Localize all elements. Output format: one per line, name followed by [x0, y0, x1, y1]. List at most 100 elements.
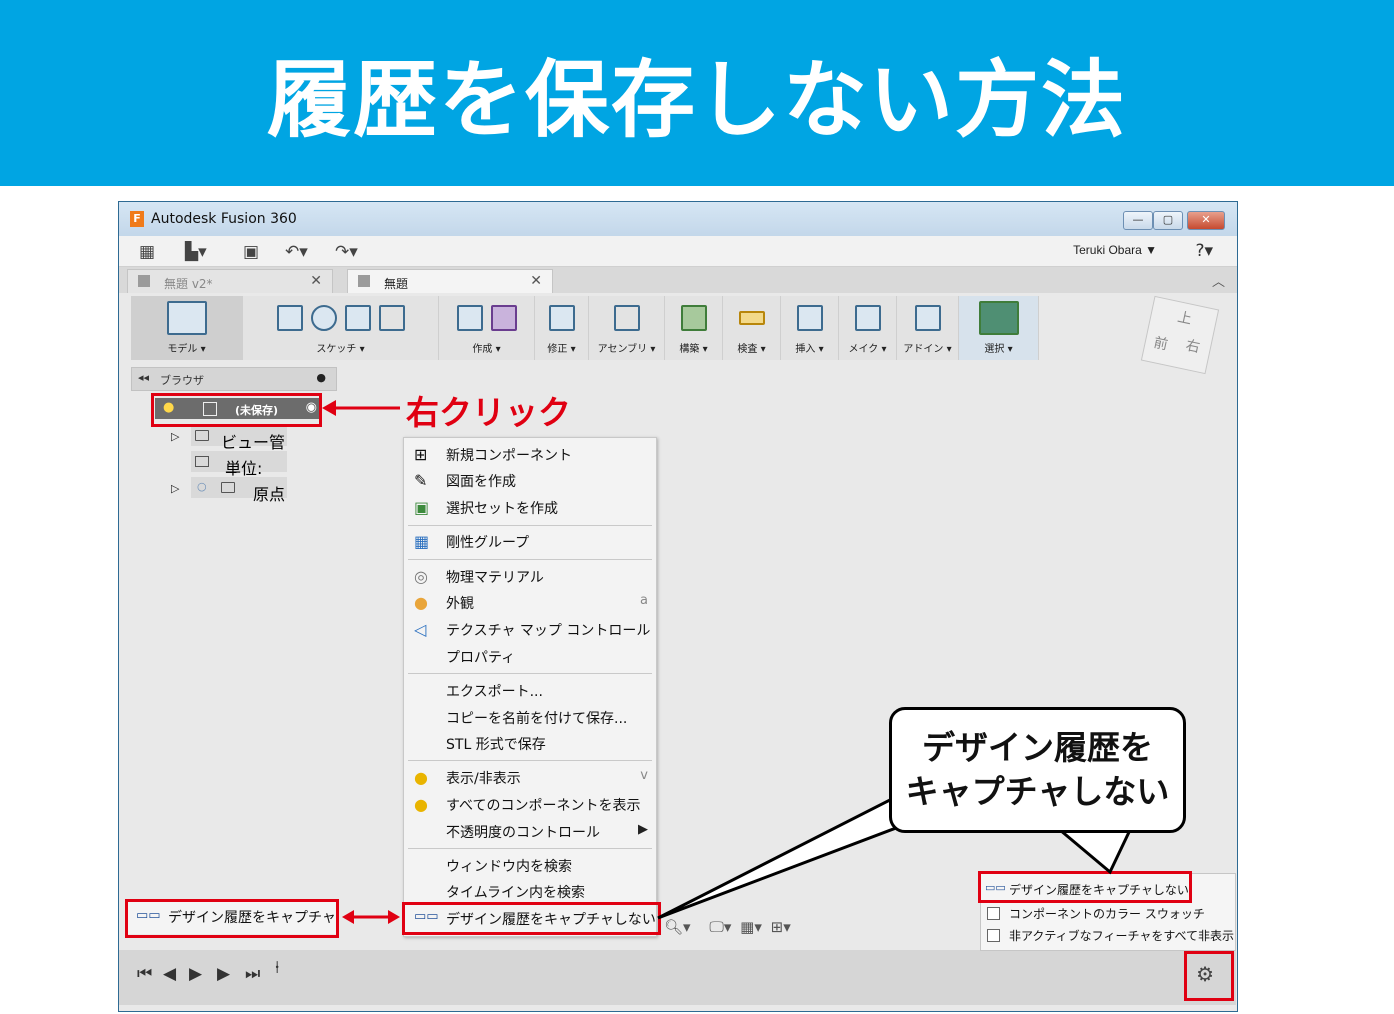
- workspace-model[interactable]: モデル ▾: [131, 296, 243, 360]
- menu-item-create-drawing[interactable]: ✎ 図面を作成: [404, 468, 656, 493]
- menu-item-appearance[interactable]: ● 外観 a: [404, 590, 656, 615]
- menu-label: エクスポート...: [446, 684, 543, 700]
- menu-item-find-in-window[interactable]: ウィンドウ内を検索: [404, 853, 656, 878]
- maximize-button[interactable]: ▢: [1153, 211, 1183, 230]
- group-sketch[interactable]: スケッチ ▾: [243, 296, 439, 360]
- title-banner: 履歴を保存しない方法: [0, 0, 1394, 186]
- group-assemble[interactable]: アセンブリ ▾: [589, 296, 665, 360]
- form-icon[interactable]: [490, 305, 517, 331]
- menu-item-save-copy-as[interactable]: コピーを名前を付けて保存...: [404, 705, 656, 730]
- redo-icon[interactable]: ↷▾: [335, 242, 358, 262]
- group-create[interactable]: 作成 ▾: [439, 296, 535, 360]
- go-to-start-icon[interactable]: ⏮: [137, 964, 152, 984]
- group-insert[interactable]: 挿入 ▾: [781, 296, 839, 360]
- play-icon[interactable]: ▶: [217, 964, 230, 984]
- callout-line-1: デザイン履歴を: [922, 728, 1153, 767]
- menu-item-opacity-control[interactable]: 不透明度のコントロール ▶: [404, 819, 656, 844]
- step-back-icon[interactable]: ◀: [163, 964, 176, 984]
- file-menu-icon[interactable]: ▙▾: [185, 242, 207, 262]
- display-settings-icon[interactable]: 🖵▾: [709, 918, 731, 936]
- browser-item-units[interactable]: 単位: mm: [191, 451, 287, 498]
- collapse-ribbon-icon[interactable]: ︿: [1212, 271, 1225, 290]
- browser-pin-icon[interactable]: ●: [316, 371, 326, 384]
- viewcube-right[interactable]: 右: [1184, 335, 1202, 357]
- menu-item-export[interactable]: エクスポート...: [404, 678, 656, 703]
- viewcube-front[interactable]: 前: [1152, 332, 1170, 354]
- menu-item-new-component[interactable]: ⊞ 新規コンポーネント: [404, 442, 656, 467]
- menu-item-find-in-timeline[interactable]: タイムライン内を検索: [404, 879, 656, 904]
- menu-item-texture-map[interactable]: ◁ テクスチャ マップ コントロール: [404, 617, 656, 642]
- user-menu[interactable]: Teruki Obara ▼: [1073, 243, 1157, 257]
- group-inspect[interactable]: 検査 ▾: [723, 296, 781, 360]
- new-component-icon: ⊞: [414, 445, 428, 464]
- menu-item-create-selection-set[interactable]: ▣ 選択セットを作成: [404, 495, 656, 520]
- viewcube-top[interactable]: 上: [1176, 306, 1194, 328]
- extrude-icon[interactable]: [456, 305, 483, 331]
- undo-icon[interactable]: ↶▾: [285, 242, 308, 262]
- group-label: 検査 ▾: [737, 344, 766, 355]
- menu-item-rigid-group[interactable]: ▦ 剛性グループ: [404, 529, 656, 554]
- group-label: 修正 ▾: [547, 344, 576, 355]
- menu-label: すべてのコンポーネントを表示: [446, 798, 641, 814]
- minimize-button[interactable]: —: [1123, 211, 1153, 230]
- browser-header[interactable]: ◂◂ ブラウザ ●: [131, 367, 337, 391]
- menu-label: 物理マテリアル: [446, 570, 544, 586]
- expand-arrow-icon[interactable]: ▷: [171, 482, 179, 495]
- close-window-button[interactable]: ✕: [1187, 211, 1225, 230]
- scripts-icon[interactable]: [914, 305, 941, 331]
- tab-untitled-v2[interactable]: 無題 v2* ✕: [127, 269, 333, 293]
- menu-item-show-all-components[interactable]: ● すべてのコンポーネントを表示: [404, 792, 656, 817]
- shortcut-key: v: [640, 768, 648, 783]
- group-addins[interactable]: アドイン ▾: [897, 296, 959, 360]
- menu-label: 図面を作成: [446, 474, 516, 490]
- grid-menu-icon[interactable]: ▦: [139, 242, 155, 262]
- setting-hide-inactive-features[interactable]: 非アクティブなフィーチャをすべて非表示: [981, 924, 1235, 946]
- dimension-icon[interactable]: [378, 305, 405, 331]
- viewcube[interactable]: 上 前 右: [1140, 295, 1220, 375]
- lightbulb-icon[interactable]: ○: [197, 480, 207, 493]
- menu-item-properties[interactable]: プロパティ: [404, 644, 656, 669]
- press-pull-icon[interactable]: [548, 305, 575, 331]
- grid-settings-icon[interactable]: ▦▾: [740, 918, 762, 936]
- joint-icon[interactable]: [613, 305, 640, 331]
- menu-label: 表示/非表示: [446, 771, 521, 787]
- browser-item-view-management[interactable]: ビュー管理: [191, 425, 287, 476]
- group-make[interactable]: メイク ▾: [839, 296, 897, 360]
- go-to-end-icon[interactable]: ⏭: [245, 964, 260, 984]
- close-tab-icon[interactable]: ✕: [530, 273, 542, 289]
- rectangle-icon[interactable]: [344, 305, 371, 331]
- window-title: Autodesk Fusion 360: [151, 211, 297, 227]
- help-icon[interactable]: ?▾: [1195, 241, 1213, 261]
- group-construct[interactable]: 構築 ▾: [665, 296, 723, 360]
- setting-component-color-swatch[interactable]: コンポーネントのカラー スウォッチ: [981, 902, 1235, 924]
- lightbulb-icon: ●: [414, 795, 428, 814]
- document-icon: [195, 456, 209, 467]
- expand-arrow-icon[interactable]: ▷: [171, 430, 179, 443]
- zoom-icon[interactable]: 🔍︎▾: [664, 918, 691, 936]
- checkbox[interactable]: [987, 929, 1000, 942]
- checkbox[interactable]: [987, 907, 1000, 920]
- measure-icon[interactable]: [738, 311, 765, 325]
- plane-icon[interactable]: [680, 305, 707, 331]
- insert-image-icon[interactable]: [796, 305, 823, 331]
- sketch-create-icon[interactable]: [276, 305, 303, 331]
- document-icon: [138, 275, 150, 287]
- save-icon[interactable]: ▣: [243, 242, 259, 262]
- close-tab-icon[interactable]: ✕: [310, 273, 322, 289]
- menu-item-physical-material[interactable]: ◎ 物理マテリアル: [404, 564, 656, 589]
- timeline-marker-icon[interactable]: ⍿: [275, 958, 279, 978]
- 3d-print-icon[interactable]: [854, 305, 881, 331]
- step-forward-icon[interactable]: ▶: [189, 964, 202, 984]
- menu-item-show-hide[interactable]: ● 表示/非表示 v: [404, 765, 656, 790]
- tab-untitled[interactable]: 無題 ✕: [347, 269, 553, 293]
- callout-bubble: デザイン履歴を キャプチャしない: [889, 707, 1186, 833]
- menu-item-save-as-stl[interactable]: STL 形式で保存: [404, 731, 656, 756]
- group-label: メイク ▾: [848, 344, 887, 355]
- collapse-browser-icon[interactable]: ◂◂: [138, 371, 149, 384]
- group-modify[interactable]: 修正 ▾: [535, 296, 589, 360]
- viewports-icon[interactable]: ⊞▾: [771, 918, 791, 936]
- arc-icon[interactable]: [310, 305, 337, 331]
- select-cursor-icon[interactable]: [978, 301, 1019, 335]
- navigation-toolbar: 🔍︎▾ 🖵▾ ▦▾ ⊞▾: [664, 918, 791, 944]
- group-select[interactable]: 選択 ▾: [959, 296, 1039, 360]
